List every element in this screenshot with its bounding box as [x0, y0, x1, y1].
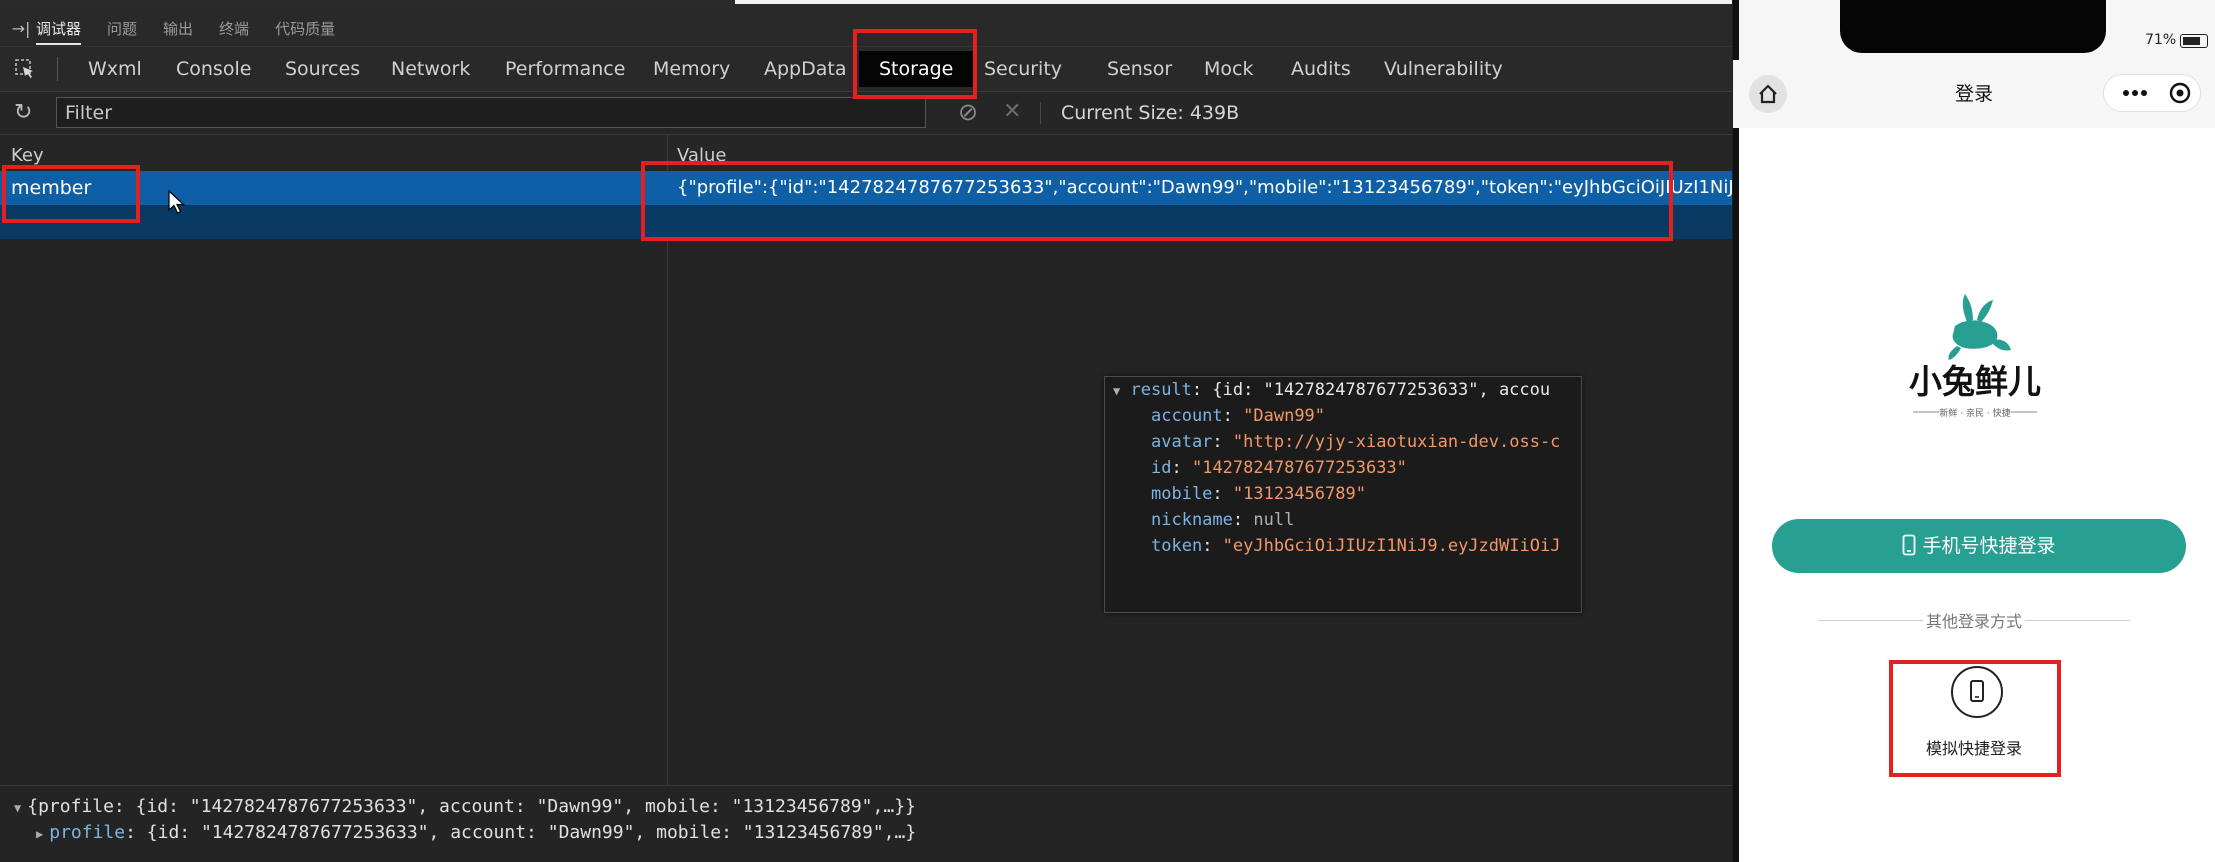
tab-appdata[interactable]: AppData [764, 47, 847, 91]
console-log-subline[interactable]: ▶ profile: {id: "1427824787677253633", ac… [36, 822, 916, 843]
field-value: "1427824787677253633" [1191, 458, 1407, 478]
devtools-panel: →| 调试器 问题 输出 终端 代码质量 Wxml Console Source… [0, 0, 1732, 862]
field-value: "eyJhbGciOiJIUzI1NiJ9.eyJzdWIiOiJ [1222, 536, 1561, 556]
brand-logo: 小兔鲜儿 新鲜 · 亲民 · 快捷 [1909, 294, 2041, 419]
result-summary: : {id: "1427824787677253633", accou [1191, 380, 1551, 400]
tab-network[interactable]: Network [391, 47, 470, 91]
field-value: null [1253, 510, 1295, 530]
mouse-cursor-icon [168, 190, 186, 214]
field-key: id [1151, 458, 1172, 478]
clear-all-icon[interactable]: ⊘ [958, 100, 978, 124]
field-key: account [1151, 406, 1223, 426]
tab-audits[interactable]: Audits [1291, 47, 1351, 91]
simulate-login-highlight [1889, 660, 2061, 777]
tab-memory[interactable]: Memory [653, 47, 730, 91]
more-and-close-icons[interactable] [2104, 75, 2202, 113]
svg-text:小兔鲜儿: 小兔鲜儿 [1909, 362, 2041, 401]
expand-triangle-icon[interactable]: ▶ [36, 827, 43, 841]
result-object-panel: ▼ result: {id: "1427824787677253633", ac… [1104, 376, 1582, 613]
tab-performance[interactable]: Performance [505, 47, 625, 91]
filter-input[interactable] [56, 97, 926, 128]
field-value: "13123456789" [1232, 484, 1366, 504]
capsule-menu[interactable] [2103, 74, 2201, 112]
refresh-icon[interactable]: ↻ [14, 102, 32, 124]
top-tab-debugger[interactable]: 调试器 [36, 18, 82, 45]
field-value: "Dawn99" [1243, 406, 1326, 426]
expand-triangle-icon[interactable]: ▼ [14, 801, 21, 815]
storage-tab-highlight [853, 29, 977, 99]
field-key: mobile [1151, 484, 1213, 504]
phone-login-button[interactable]: 手机号快捷登录 [1772, 519, 2186, 573]
field-value: "http://yjy-xiaotuxian-dev.oss-c [1232, 432, 1561, 452]
dock-toggle-icon[interactable]: →| [6, 19, 36, 38]
phone-icon [1903, 534, 1916, 556]
top-tab-terminal[interactable]: 终端 [219, 18, 249, 39]
field-key: token [1151, 536, 1203, 556]
tab-sources[interactable]: Sources [285, 47, 360, 91]
console-log-line[interactable]: ▼ {profile: {id: "1427824787677253633", a… [14, 796, 916, 817]
tab-wxml[interactable]: Wxml [88, 47, 142, 91]
top-tab-code-quality[interactable]: 代码质量 [275, 18, 335, 39]
delete-selected-icon[interactable]: ✕ [1003, 100, 1021, 124]
tab-vulnerability[interactable]: Vulnerability [1384, 47, 1503, 91]
phone-notch [1840, 0, 2106, 53]
home-icon [1759, 84, 1777, 104]
tab-sensor[interactable]: Sensor [1107, 47, 1172, 91]
svg-text:新鲜 · 亲民 · 快捷: 新鲜 · 亲民 · 快捷 [1939, 407, 2010, 419]
top-tab-issues[interactable]: 问题 [107, 18, 137, 39]
divider-right [2025, 620, 2130, 621]
phone-simulator: 71% 登录 小兔鲜儿 新鲜 · 亲民 · 快捷 手机号快捷登录 其他登录方式 … [1733, 0, 2215, 862]
field-key: avatar [1151, 432, 1213, 452]
collapse-triangle-icon[interactable]: ▼ [1113, 384, 1120, 398]
battery-percent: 71% [2145, 32, 2177, 48]
home-button[interactable] [1749, 75, 1787, 113]
key-highlight [2, 165, 140, 223]
status-bar: 71% [1733, 0, 2215, 60]
current-size-label: Current Size: 439B [1061, 102, 1240, 124]
login-button-label: 手机号快捷登录 [1922, 535, 2056, 557]
result-key: result [1130, 380, 1192, 400]
top-strip [0, 0, 1732, 10]
value-highlight [641, 161, 1673, 241]
battery-icon [2180, 34, 2208, 48]
tab-console[interactable]: Console [176, 47, 251, 91]
inspect-element-icon[interactable] [14, 58, 36, 80]
tab-security[interactable]: Security [984, 47, 1062, 91]
key-column-header: Key [11, 145, 44, 166]
field-key: nickname [1151, 510, 1233, 530]
tab-mock[interactable]: Mock [1204, 47, 1253, 91]
other-login-methods-label: 其他登录方式 [1925, 612, 2022, 631]
nav-bar: 登录 [1733, 60, 2215, 128]
top-tab-output[interactable]: 输出 [163, 18, 193, 39]
